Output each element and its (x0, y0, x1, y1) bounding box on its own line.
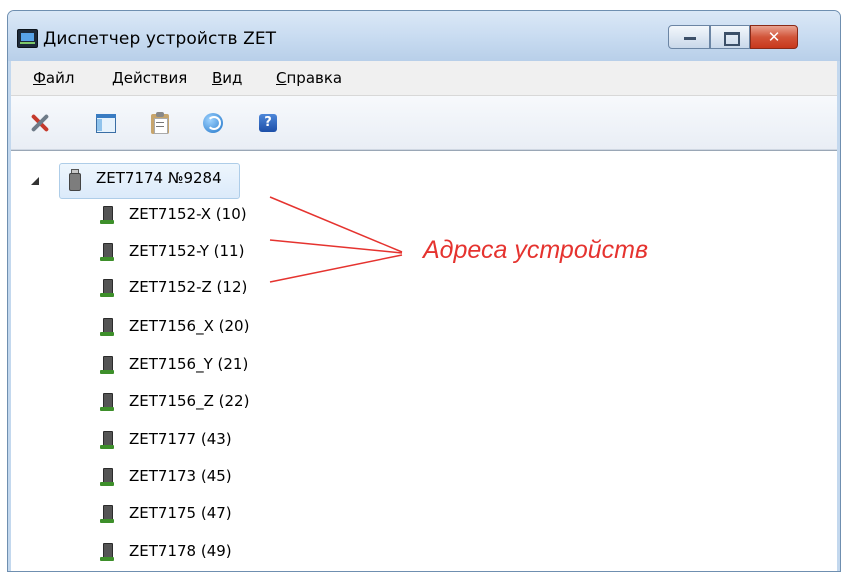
device-icon (99, 279, 115, 299)
device-icon (99, 243, 115, 263)
tree-node-label: ZET7175 (47) (129, 504, 232, 522)
tree-node[interactable]: ZET7173 (45) (11, 462, 311, 492)
menu-bar: Файл Действия Вид Справка (11, 61, 837, 96)
tree-node-label: ZET7177 (43) (129, 430, 232, 448)
properties-icon[interactable] (27, 111, 51, 135)
tree-node-label: ZET7173 (45) (129, 467, 232, 485)
device-icon (99, 468, 115, 488)
refresh-icon[interactable] (201, 111, 225, 135)
window-title: Диспетчер устройств ZET (43, 29, 277, 49)
tree-node[interactable]: ZET7177 (43) (11, 425, 311, 455)
tree-node-label: ZET7156_Y (21) (129, 355, 249, 373)
app-icon (17, 29, 38, 48)
title-bar[interactable]: Диспетчер устройств ZET ✕ (8, 11, 840, 61)
help-icon[interactable]: ? (256, 111, 280, 135)
clipboard-icon[interactable] (148, 111, 172, 135)
tree-node-label: ZET7152-Y (11) (129, 242, 245, 260)
tree-node[interactable]: ZET7178 (49) (11, 537, 311, 567)
tree-node[interactable]: ZET7152-Y (11) (11, 237, 311, 267)
menu-file[interactable]: Файл (33, 69, 74, 87)
tree-node[interactable]: ZET7156_X (20) (11, 312, 311, 342)
device-icon (99, 356, 115, 376)
usb-device-icon (67, 169, 81, 191)
minimize-icon (684, 37, 696, 40)
tree-root-label[interactable]: ZET7174 №9284 (96, 169, 222, 187)
device-manager-window: Диспетчер устройств ZET ✕ Файл Действия … (7, 10, 841, 572)
tree-node-label: ZET7156_Z (22) (129, 392, 250, 410)
tree-node-label: ZET7156_X (20) (129, 317, 250, 335)
tree-node[interactable]: ZET7152-Z (12) (11, 273, 311, 303)
device-icon (99, 431, 115, 451)
tree-node[interactable]: ZET7152-X (10) (11, 200, 311, 230)
maximize-button[interactable] (710, 25, 750, 49)
device-icon (99, 318, 115, 338)
menu-view[interactable]: Вид (212, 69, 242, 87)
annotation-label: Адреса устройств (423, 236, 648, 264)
device-icon (99, 505, 115, 525)
close-icon: ✕ (767, 28, 781, 46)
tree-node[interactable]: ZET7156_Z (22) (11, 387, 311, 417)
tree-node-label: ZET7178 (49) (129, 542, 232, 560)
tree-node-label: ZET7152-Z (12) (129, 278, 248, 296)
device-icon (99, 206, 115, 226)
close-button[interactable]: ✕ (750, 25, 798, 49)
menu-help[interactable]: Справка (276, 69, 342, 87)
collapse-arrow-icon[interactable] (31, 177, 39, 185)
window-icon[interactable] (94, 111, 118, 135)
maximize-icon (724, 32, 740, 46)
minimize-button[interactable] (668, 25, 710, 49)
tree-node[interactable]: ZET7156_Y (21) (11, 350, 311, 380)
tree-node-label: ZET7152-X (10) (129, 205, 247, 223)
toolbar: ? (11, 96, 837, 150)
tree-node[interactable]: ZET7175 (47) (11, 499, 311, 529)
device-icon (99, 543, 115, 563)
device-icon (99, 393, 115, 413)
device-tree: ZET7174 №9284 ZET7152-X (10) ZET7152-Y (… (11, 150, 837, 571)
menu-actions[interactable]: Действия (112, 69, 187, 87)
